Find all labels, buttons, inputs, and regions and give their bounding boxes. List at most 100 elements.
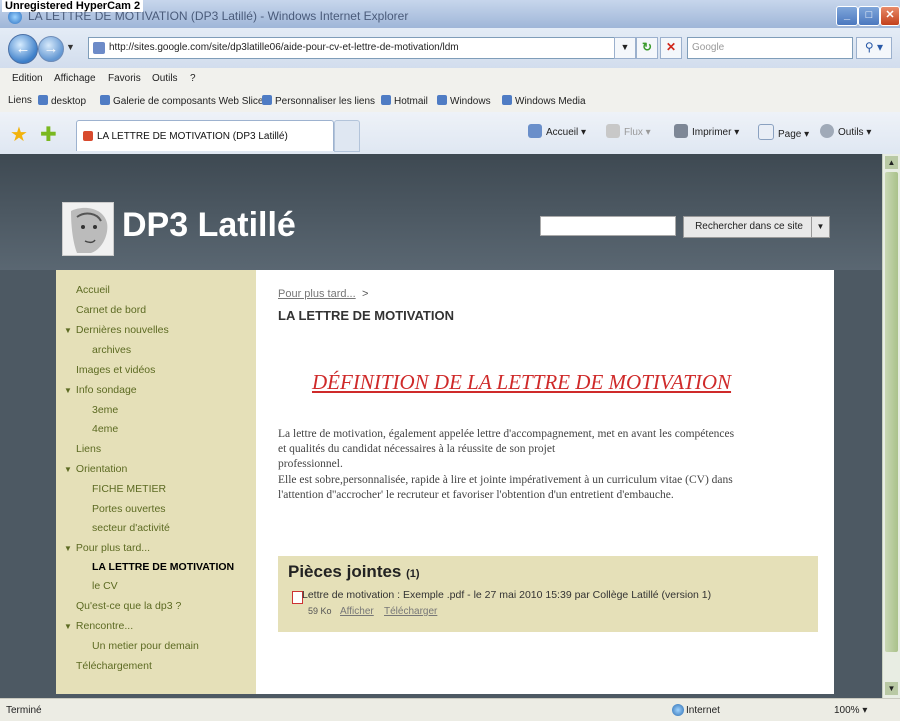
address-url[interactable]: http://sites.google.com/site/dp3latille0…: [109, 42, 459, 53]
menu-affichage[interactable]: Affichage: [54, 73, 96, 84]
search-button[interactable]: ⚲ ▾: [856, 37, 892, 59]
link-desktop[interactable]: desktop: [38, 95, 86, 107]
scroll-thumb[interactable]: [885, 172, 898, 652]
menu-favoris[interactable]: Favoris: [108, 73, 141, 84]
link-windows[interactable]: Windows: [437, 95, 491, 107]
printer-icon: [674, 124, 688, 138]
sidebar-item-label: Portes ouvertes: [92, 503, 166, 515]
tools-menu-button[interactable]: Outils ▾: [820, 124, 871, 138]
refresh-button[interactable]: ↻: [636, 37, 658, 59]
sidebar-item[interactable]: archives: [92, 344, 131, 356]
sidebar-item[interactable]: 4eme: [92, 423, 118, 435]
sidebar-item[interactable]: secteur d'activité: [92, 522, 170, 534]
paragraph-line: l'attention d''accrocher' le recruteur e…: [278, 489, 674, 501]
menu-outils[interactable]: Outils: [152, 73, 178, 84]
sidebar-item-label: Images et vidéos: [76, 364, 156, 376]
gear-icon: [820, 124, 834, 138]
stop-button[interactable]: ✕: [660, 37, 682, 59]
site-header: DP3 Latillé Rechercher dans ce site ▼: [0, 154, 882, 270]
sidebar-item[interactable]: Portes ouvertes: [92, 503, 166, 515]
recent-pages-dropdown-icon[interactable]: ▼: [66, 42, 75, 52]
favorites-star-icon[interactable]: ★: [10, 122, 28, 147]
sidebar-item[interactable]: ▼ Orientation: [64, 463, 127, 475]
expand-triangle-icon[interactable]: ▼: [64, 544, 72, 553]
expand-triangle-icon[interactable]: ▼: [64, 465, 72, 474]
attachments-title: Pièces jointes (1): [288, 562, 420, 581]
search-input[interactable]: Google: [687, 37, 853, 59]
sidebar-item-label: 4eme: [92, 423, 119, 435]
menu-help[interactable]: ?: [190, 73, 196, 84]
sidebar-item-label: LA LETTRE DE MOTIVATION: [92, 561, 235, 573]
breadcrumb-link[interactable]: Pour plus tard...: [278, 288, 356, 300]
zoom-level[interactable]: 100% ▾: [834, 705, 867, 716]
tab-favicon-icon: [83, 131, 93, 141]
back-button[interactable]: ←: [8, 34, 38, 64]
feeds-button[interactable]: Flux ▾: [606, 124, 651, 138]
sidebar-item-label: FICHE METIER: [92, 483, 167, 495]
sidebar-item[interactable]: ▼ Dernières nouvelles: [64, 324, 169, 336]
sidebar-item[interactable]: Qu'est-ce que la dp3 ?: [76, 600, 181, 612]
view-attachment-link[interactable]: Afficher: [340, 606, 374, 617]
status-text: Terminé: [6, 705, 42, 716]
sidebar-item[interactable]: Téléchargement: [76, 660, 152, 672]
expand-triangle-icon[interactable]: ▼: [64, 386, 72, 395]
address-dropdown-button[interactable]: ▼: [614, 37, 636, 59]
address-bar[interactable]: http://sites.google.com/site/dp3latille0…: [88, 37, 620, 59]
page-viewport: DP3 Latillé Rechercher dans ce site ▼ Ac…: [0, 154, 882, 698]
print-button[interactable]: Imprimer ▾: [674, 124, 739, 138]
sidebar-item-label: Carnet de bord: [76, 304, 147, 316]
search-placeholder: Google: [692, 42, 725, 53]
site-search-input[interactable]: [540, 216, 676, 236]
tab-label: LA LETTRE DE MOTIVATION (DP3 Latillé): [97, 131, 288, 142]
site-search-dropdown-icon[interactable]: ▼: [811, 216, 830, 238]
sidebar-item[interactable]: Liens: [76, 443, 101, 455]
scroll-down-arrow-icon[interactable]: ▼: [885, 682, 898, 695]
download-attachment-link[interactable]: Télécharger: [384, 606, 437, 617]
site-logo-image[interactable]: [62, 202, 114, 256]
sidebar-item[interactable]: Images et vidéos: [76, 364, 155, 376]
link-customize[interactable]: Personnaliser les liens: [262, 95, 375, 107]
link-web-slice-gallery[interactable]: Galerie de composants Web Slice: [100, 95, 263, 107]
security-zone[interactable]: Internet: [686, 705, 720, 716]
forward-button[interactable]: →: [38, 36, 64, 62]
minimize-button[interactable]: _: [836, 6, 858, 26]
link-icon: [437, 95, 447, 105]
vertical-scrollbar[interactable]: ▲ ▼: [882, 154, 900, 698]
sidebar-item[interactable]: Un metier pour demain: [92, 640, 199, 652]
tab-row: ★ ✚ LA LETTRE DE MOTIVATION (DP3 Latillé…: [0, 112, 900, 154]
site-title[interactable]: DP3 Latillé: [122, 206, 296, 245]
tab-lettre-de-motivation[interactable]: LA LETTRE DE MOTIVATION (DP3 Latillé): [76, 120, 334, 151]
sidebar-item[interactable]: Carnet de bord: [76, 304, 146, 316]
sidebar-item-label: Orientation: [75, 463, 128, 475]
sidebar-item[interactable]: ▼ Rencontre...: [64, 620, 133, 632]
link-windows-media[interactable]: Windows Media: [502, 95, 586, 107]
site-search-button[interactable]: Rechercher dans ce site: [683, 216, 815, 238]
sidebar-item[interactable]: ▼ Pour plus tard...: [64, 542, 150, 554]
sidebar-item[interactable]: Accueil: [76, 284, 110, 296]
link-icon: [381, 95, 391, 105]
expand-triangle-icon[interactable]: ▼: [64, 326, 72, 335]
link-icon: [502, 95, 512, 105]
sidebar-item[interactable]: 3eme: [92, 404, 118, 416]
maximize-button[interactable]: □: [858, 6, 880, 26]
sidebar-item[interactable]: ▼ Info sondage: [64, 384, 137, 396]
rss-icon: [606, 124, 620, 138]
menu-edition[interactable]: Edition: [12, 73, 43, 84]
sidebar-item[interactable]: FICHE METIER: [92, 483, 166, 495]
expand-triangle-icon[interactable]: ▼: [64, 622, 72, 631]
sidebar-item[interactable]: le CV: [92, 580, 118, 592]
link-hotmail[interactable]: Hotmail: [381, 95, 428, 107]
sidebar-item[interactable]: LA LETTRE DE MOTIVATION: [92, 561, 234, 573]
new-tab-button[interactable]: [334, 120, 360, 152]
sidebar-item-label: Rencontre...: [75, 620, 134, 632]
home-button[interactable]: Accueil ▾: [528, 124, 586, 138]
scroll-up-arrow-icon[interactable]: ▲: [885, 156, 898, 169]
ie-logo-icon: [8, 10, 22, 24]
sidebar-item-label: le CV: [92, 580, 118, 592]
page-menu-button[interactable]: Page ▾: [758, 124, 809, 140]
attachment-file-link[interactable]: Lettre de motivation : Exemple .pdf - le…: [302, 589, 711, 601]
add-favorites-icon[interactable]: ✚: [40, 122, 57, 147]
content-heading: DÉFINITION DE LA LETTRE DE MOTIVATION: [312, 370, 732, 394]
attachments-panel: Pièces jointes (1) Lettre de motivation …: [278, 556, 818, 632]
close-button[interactable]: ✕: [880, 6, 900, 26]
